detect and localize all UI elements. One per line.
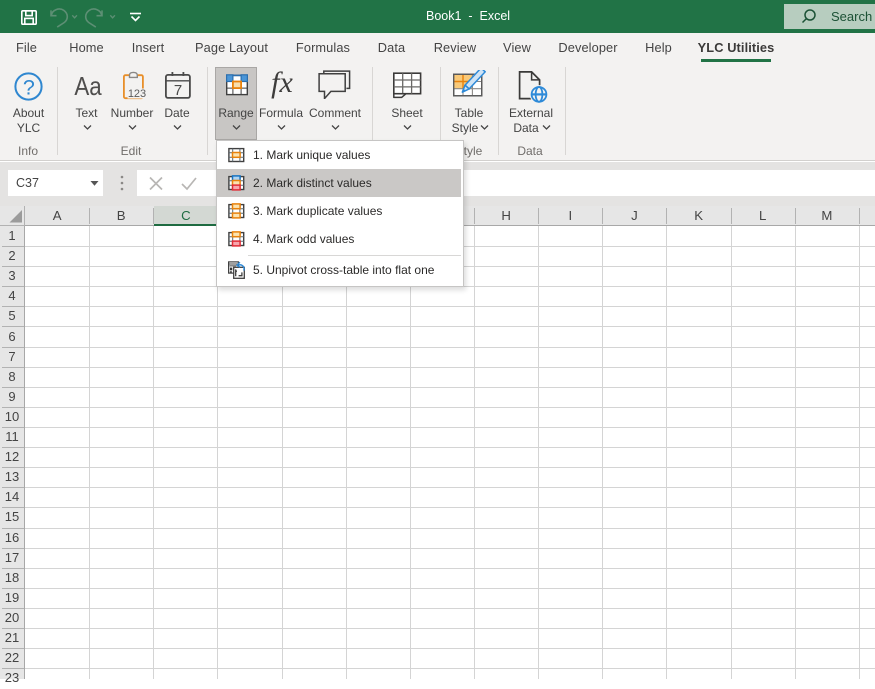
- svg-text:?: ?: [23, 75, 35, 99]
- svg-text:7: 7: [174, 82, 182, 99]
- svg-text:123: 123: [128, 88, 146, 100]
